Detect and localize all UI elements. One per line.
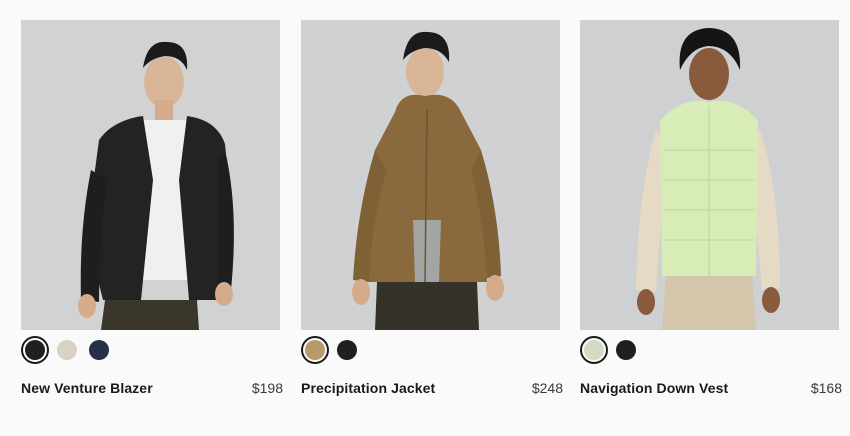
product-name[interactable]: New Venture Blazer [21, 380, 153, 396]
color-swatch[interactable] [85, 336, 113, 364]
product-price: $198 [251, 380, 283, 396]
color-swatches [301, 335, 365, 365]
product-name[interactable]: Navigation Down Vest [580, 380, 728, 396]
color-swatch[interactable] [333, 336, 361, 364]
model-photo-illustration [21, 20, 280, 330]
color-swatch[interactable] [301, 336, 329, 364]
color-swatch[interactable] [21, 336, 49, 364]
model-photo-illustration [580, 20, 839, 330]
color-swatch[interactable] [53, 336, 81, 364]
product-price: $248 [531, 380, 563, 396]
product-price: $168 [810, 380, 842, 396]
swatch-dot [57, 340, 77, 360]
product-image[interactable] [301, 20, 560, 330]
product-card[interactable]: Precipitation Jacket $248 [301, 20, 563, 396]
color-swatch[interactable] [612, 336, 640, 364]
swatch-dot [337, 340, 357, 360]
product-image[interactable] [21, 20, 280, 330]
product-card[interactable]: Navigation Down Vest $168 [580, 20, 842, 396]
swatch-dot [616, 340, 636, 360]
model-photo-illustration [301, 20, 560, 330]
product-card[interactable]: New Venture Blazer $198 [21, 20, 283, 396]
product-info: Precipitation Jacket $248 [301, 380, 563, 396]
color-swatch[interactable] [580, 336, 608, 364]
product-info: Navigation Down Vest $168 [580, 380, 842, 396]
swatch-dot [89, 340, 109, 360]
product-name[interactable]: Precipitation Jacket [301, 380, 435, 396]
swatch-dot [25, 340, 45, 360]
swatch-dot [584, 340, 604, 360]
product-info: New Venture Blazer $198 [21, 380, 283, 396]
color-swatches [580, 335, 644, 365]
color-swatches [21, 335, 117, 365]
swatch-dot [305, 340, 325, 360]
product-image[interactable] [580, 20, 839, 330]
